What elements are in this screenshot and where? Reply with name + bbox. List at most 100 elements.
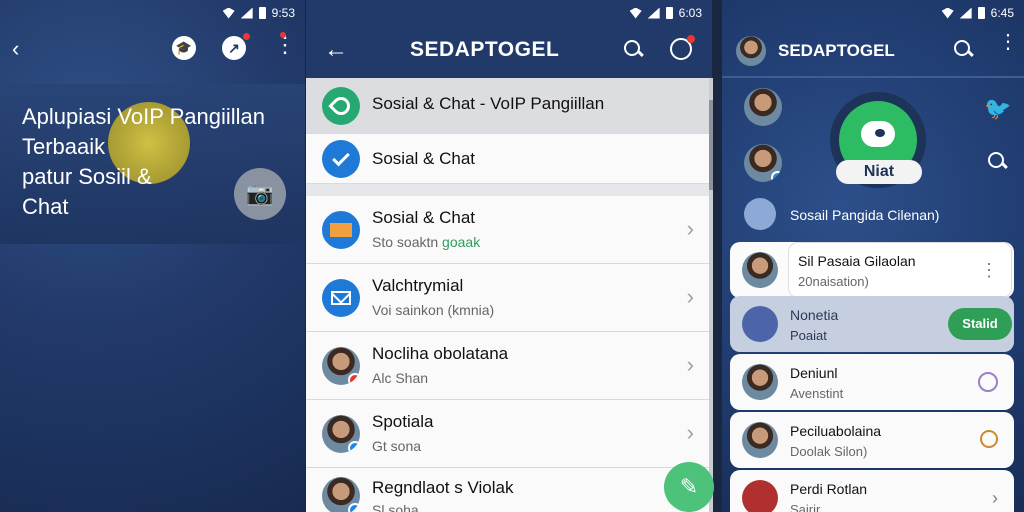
list-item[interactable]: Spotiala Gt sona › [306, 400, 712, 468]
signal-icon [959, 7, 972, 19]
hero-title-line-2: Terbaaik [22, 134, 106, 159]
signal-icon [240, 7, 253, 19]
list-item-title: Regndlaot s Violak [372, 478, 514, 497]
list-item-title: Sosial & Chat - VoIP Pangiillan [372, 94, 605, 113]
contact-card[interactable]: Peciluabolaina Doolak Silon) [730, 412, 1014, 468]
list-item-subtitle: Gt sona [372, 438, 422, 454]
contact-card[interactable]: Sil Pasaia Gilaolan 20naisation) ⋮ [730, 242, 1014, 298]
back-icon[interactable]: ‹ [12, 36, 19, 62]
app-title: SEDAPTOGEL [410, 38, 560, 61]
contact-subtitle: Doolak Silon) [790, 444, 868, 459]
list-item-title: Nocliha obolatana [372, 344, 509, 363]
bird-icon[interactable]: 🐦 [984, 96, 1011, 122]
contact-name: Perdi Rotlan [790, 481, 868, 497]
media-icon [322, 211, 360, 249]
list-item-subtitle: Alc Shan [372, 370, 429, 386]
list-item[interactable]: Sosial & Chat Sto soaktn goaak › [306, 196, 712, 264]
contact-card[interactable]: Perdi Rotlan Sairir › [730, 470, 1014, 512]
battery-icon [258, 7, 266, 19]
more-icon[interactable]: ⋮ [998, 32, 1018, 52]
list-item-subtitle: Sto soaktn goaak [372, 234, 481, 250]
contact-subtitle: 20naisation) [798, 274, 869, 289]
contact-name: Peciluabolaina [790, 423, 882, 439]
divider [722, 76, 1024, 78]
avatar [742, 252, 778, 288]
list-item-subtitle: Sl soha [372, 502, 419, 512]
contact-subtitle: Sairir [790, 502, 821, 512]
list-item[interactable]: Sosial & Chat - VoIP Pangiillan [306, 78, 712, 134]
contact-subtitle: Poaiat [790, 328, 827, 343]
chat-app-icon [322, 87, 360, 125]
list-item[interactable]: Valchtrymial Voi sainkon (kmnia) › [306, 264, 712, 332]
chevron-right-icon: › [686, 352, 694, 377]
trend-icon[interactable]: ↗ [222, 33, 250, 60]
avatar [742, 422, 778, 458]
more-icon[interactable]: ⋮ [980, 260, 998, 281]
mail-icon [322, 279, 360, 317]
status-pill-button[interactable]: Stalid [948, 308, 1012, 340]
chevron-right-icon: › [686, 284, 694, 309]
battery-icon [977, 7, 985, 19]
screenshot-collage: 9:53 ‹ 🎓 ↗ ⋮ Aplupiasi VoIP Pangiillan T… [0, 0, 1024, 512]
status-time: 6:03 [678, 6, 702, 20]
check-icon [322, 140, 360, 178]
section-divider [306, 184, 712, 196]
panel-left: 9:53 ‹ 🎓 ↗ ⋮ Aplupiasi VoIP Pangiillan T… [0, 0, 305, 512]
signal-icon [647, 7, 660, 19]
hero-title-line-1: Aplupiasi VoIP Pangiillan [22, 104, 265, 129]
list-item-title: Spotiala [372, 412, 434, 431]
avatar [322, 415, 360, 453]
chevron-right-icon: › [686, 216, 694, 241]
bubble-label: Niat [836, 160, 922, 184]
back-icon[interactable]: ← [324, 36, 348, 64]
toolbar: ← SEDAPTOGEL [306, 28, 712, 74]
app-title: SEDAPTOGEL [778, 41, 895, 60]
cap-icon[interactable]: 🎓 [172, 36, 196, 60]
camera-icon[interactable]: 📷 [234, 168, 286, 220]
status-bar: 6:03 [306, 0, 712, 26]
avatar [742, 306, 778, 342]
avatar [742, 364, 778, 400]
contact-name: Deniunl [790, 365, 838, 381]
wifi-icon [222, 7, 235, 19]
list-item-subtitle: Voi sainkon (kmnia) [372, 302, 495, 318]
contact-icon [744, 198, 776, 230]
status-time: 6:45 [990, 6, 1014, 20]
section-label: Sosail Pangida Cilenan) [790, 207, 940, 223]
list-item-title: Valchtrymial [372, 276, 464, 295]
search-icon[interactable] [954, 40, 974, 60]
status-bar: 9:53 [0, 0, 305, 26]
contact-card[interactable]: Deniunl Avenstint [730, 354, 1014, 410]
toolbar: SEDAPTOGEL ⋮ [722, 28, 1024, 74]
heart-icon[interactable] [980, 430, 998, 448]
panel-middle: 6:03 ← SEDAPTOGEL Sosial & Chat - VoIP P… [306, 0, 712, 512]
list-item[interactable]: Regndlaot s Violak Sl soha [306, 468, 712, 512]
search-icon[interactable] [988, 152, 1008, 172]
top-bar: ‹ 🎓 ↗ ⋮ [0, 30, 305, 70]
status-time: 9:53 [271, 6, 295, 20]
avatar[interactable] [744, 144, 782, 182]
compose-fab-button[interactable]: ✎ [664, 462, 714, 512]
chevron-right-icon: › [686, 420, 694, 445]
scrollbar-thumb[interactable] [709, 100, 713, 190]
clock-icon[interactable] [978, 372, 998, 392]
list-item-title: Sosial & Chat [372, 208, 475, 227]
avatar [322, 477, 360, 512]
avatar [322, 347, 360, 385]
wifi-icon [941, 7, 954, 19]
contact-name: Sil Pasaia Gilaolan [798, 253, 916, 269]
list-item[interactable]: Nocliha obolatana Alc Shan › [306, 332, 712, 400]
contact-card-body [788, 242, 1012, 298]
battery-icon [665, 7, 673, 19]
chevron-right-icon[interactable]: › [992, 488, 998, 509]
list-item[interactable]: Sosial & Chat [306, 134, 712, 184]
notification-icon[interactable] [670, 35, 695, 60]
contact-subtitle: Avenstint [790, 386, 844, 401]
status-bar: 6:45 [722, 0, 1024, 26]
more-icon[interactable]: ⋮ [274, 32, 296, 56]
avatar[interactable] [744, 88, 782, 126]
contact-name: Nonetia [790, 307, 839, 323]
wifi-icon [629, 7, 642, 19]
search-icon[interactable] [624, 40, 644, 60]
avatar[interactable] [736, 36, 766, 66]
